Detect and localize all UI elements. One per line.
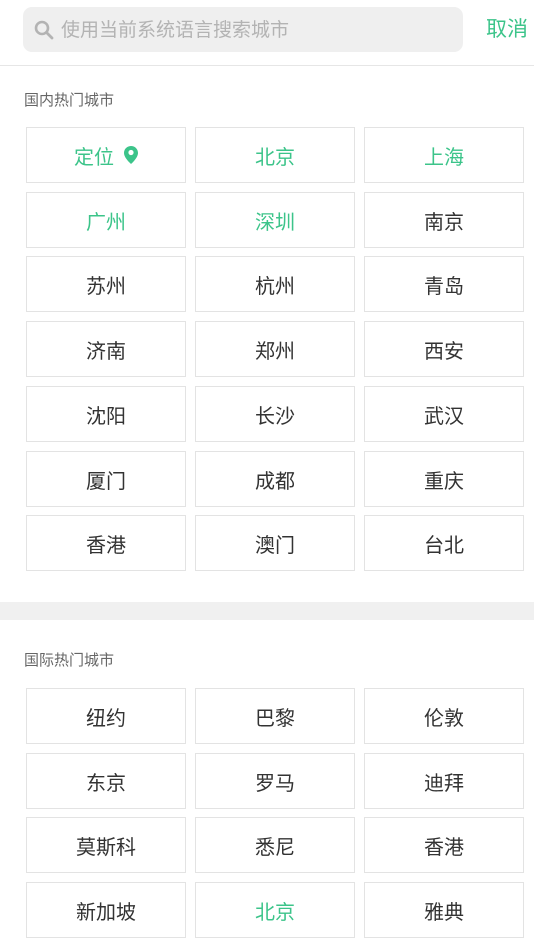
city-cell[interactable]: 长沙 (195, 386, 355, 442)
city-cell[interactable]: 雅典 (364, 882, 524, 938)
city-label: 苏州 (86, 273, 126, 298)
search-input[interactable] (61, 7, 451, 52)
city-label: 巴黎 (255, 705, 295, 730)
city-cell[interactable]: 青岛 (364, 256, 524, 312)
city-label: 新加坡 (76, 899, 136, 924)
city-label: 厦门 (86, 468, 126, 493)
cancel-button[interactable]: 取消 (486, 14, 528, 44)
city-cell[interactable]: 南京 (364, 192, 524, 248)
city-cell[interactable]: 西安 (364, 321, 524, 377)
city-label: 北京 (255, 899, 295, 924)
city-cell[interactable]: 香港 (26, 515, 186, 571)
city-cell[interactable]: 武汉 (364, 386, 524, 442)
city-cell[interactable]: 杭州 (195, 256, 355, 312)
city-cell[interactable]: 厦门 (26, 451, 186, 507)
section-divider (0, 602, 534, 620)
city-label: 长沙 (255, 403, 295, 428)
search-box[interactable] (23, 7, 463, 52)
city-label: 重庆 (424, 468, 464, 493)
city-label: 台北 (424, 532, 464, 557)
city-cell[interactable]: 苏州 (26, 256, 186, 312)
city-label: 迪拜 (424, 770, 464, 795)
city-label: 上海 (424, 144, 464, 169)
city-cell[interactable]: 定位 (26, 127, 186, 183)
city-label: 武汉 (424, 403, 464, 428)
city-label: 北京 (255, 144, 295, 169)
city-cell[interactable]: 台北 (364, 515, 524, 571)
city-cell[interactable]: 深圳 (195, 192, 355, 248)
city-label: 悉尼 (255, 834, 295, 859)
city-cell[interactable]: 济南 (26, 321, 186, 377)
city-cell[interactable]: 北京 (195, 127, 355, 183)
city-cell[interactable]: 悉尼 (195, 817, 355, 873)
city-cell[interactable]: 纽约 (26, 688, 186, 744)
city-label: 雅典 (424, 899, 464, 924)
city-cell[interactable]: 新加坡 (26, 882, 186, 938)
city-cell[interactable]: 上海 (364, 127, 524, 183)
city-label: 澳门 (255, 532, 295, 557)
search-icon (34, 20, 54, 40)
city-label: 东京 (86, 770, 126, 795)
international-section-title: 国际热门城市 (24, 651, 115, 669)
city-cell[interactable]: 北京 (195, 882, 355, 938)
city-label: 莫斯科 (76, 834, 136, 859)
city-cell[interactable]: 重庆 (364, 451, 524, 507)
city-cell[interactable]: 沈阳 (26, 386, 186, 442)
city-label: 香港 (86, 532, 126, 557)
city-cell[interactable]: 巴黎 (195, 688, 355, 744)
city-label: 定位 (74, 144, 114, 169)
city-cell[interactable]: 罗马 (195, 753, 355, 809)
city-label: 香港 (424, 834, 464, 859)
city-label: 深圳 (255, 209, 295, 234)
city-label: 西安 (424, 338, 464, 363)
city-cell[interactable]: 莫斯科 (26, 817, 186, 873)
city-cell[interactable]: 迪拜 (364, 753, 524, 809)
city-label: 沈阳 (86, 403, 126, 428)
location-pin-icon (124, 146, 138, 164)
city-label: 南京 (424, 209, 464, 234)
city-cell[interactable]: 郑州 (195, 321, 355, 377)
city-label: 纽约 (86, 705, 126, 730)
domestic-section-title: 国内热门城市 (24, 91, 115, 109)
city-cell[interactable]: 澳门 (195, 515, 355, 571)
city-label: 成都 (255, 468, 295, 493)
city-cell[interactable]: 香港 (364, 817, 524, 873)
city-cell[interactable]: 成都 (195, 451, 355, 507)
city-label: 广州 (86, 209, 126, 234)
city-label: 伦敦 (424, 705, 464, 730)
city-cell[interactable]: 广州 (26, 192, 186, 248)
city-label: 郑州 (255, 338, 295, 363)
city-cell[interactable]: 东京 (26, 753, 186, 809)
search-header: 取消 (0, 0, 534, 66)
city-cell[interactable]: 伦敦 (364, 688, 524, 744)
city-label: 杭州 (255, 273, 295, 298)
city-label: 罗马 (255, 770, 295, 795)
city-label: 济南 (86, 338, 126, 363)
city-label: 青岛 (424, 273, 464, 298)
